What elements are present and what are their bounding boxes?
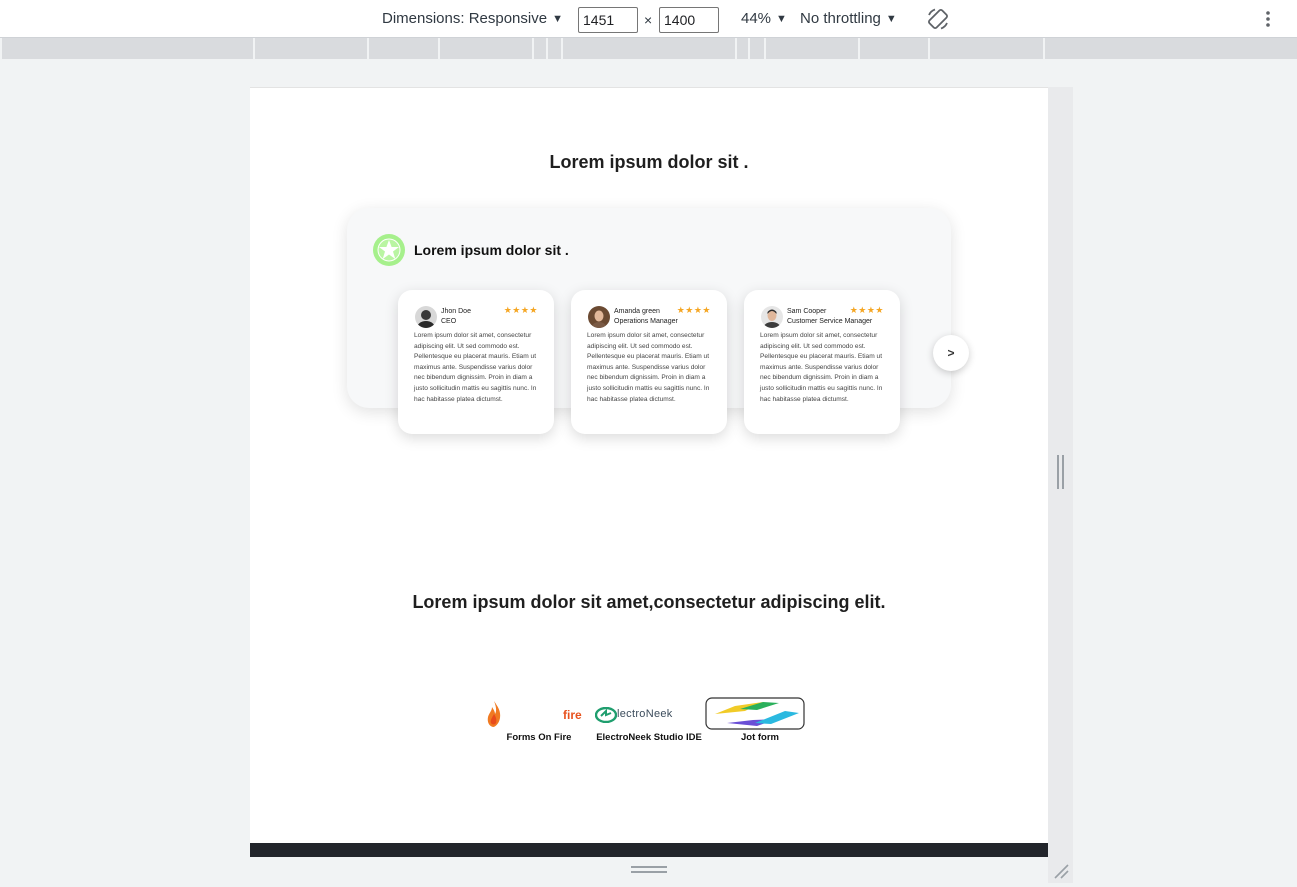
rating-stars-icon: ★★★★ [503,305,538,315]
electroneek-mark-icon [595,707,617,723]
resize-handle-right[interactable] [1057,455,1064,489]
media-query-ruler[interactable] [2,38,1297,59]
page-title: Lorem ipsum dolor sit . [549,152,749,172]
review-text: Lorem ipsum dolor sit amet, consectetur … [414,332,537,403]
flame-icon [487,701,501,727]
caret-down-icon: ▼ [776,13,787,25]
resize-handle-bottom[interactable] [631,866,667,873]
dimensions-label: Dimensions: Responsive [382,10,548,27]
device-viewport: Lorem ipsum dolor sit . Lorem ipsum dolo… [250,87,1048,857]
logo-caption: Forms On Fire [506,732,572,743]
zoom-dropdown[interactable]: 44% ▼ [741,10,787,27]
throttling-dropdown[interactable]: No throttling ▼ [800,10,897,27]
avatar [761,306,783,328]
width-input[interactable] [578,7,638,33]
testimonial-card: Sam Cooper Customer Service Manager ★★★★… [744,290,900,434]
rating-stars-icon: ★★★★ [676,305,711,315]
reviewer-name: Sam Cooper [787,308,827,315]
logo-jotform: Jot form [705,697,815,744]
logo-forms-on-fire: fire Forms On Fire [482,698,596,744]
zoom-label: 44% [741,10,772,27]
resize-corner-icon[interactable] [1052,862,1070,880]
avatar [588,306,610,328]
testimonial-card: Jhon Doe CEO ★★★★ Lorem ipsum dolor sit … [398,290,554,434]
logo-wordmark: lectroNeek [617,708,673,720]
reviewer-role: Operations Manager [614,318,678,325]
logo-electroneek: lectroNeek ElectroNeek Studio IDE [593,698,705,744]
footer-bar [250,843,1048,857]
review-text: Lorem ipsum dolor sit amet, consectetur … [587,332,710,403]
dimensions-dropdown[interactable]: Dimensions: Responsive ▼ [382,10,563,27]
jotform-mark-icon [705,697,805,730]
star-badge-icon [373,234,405,266]
reviewer-name: Jhon Doe [441,308,471,315]
avatar [415,306,437,328]
section-subtitle: Lorem ipsum dolor sit amet,consectetur a… [412,592,886,612]
device-toolbar: Dimensions: Responsive ▼ × 44% ▼ No thrott… [0,0,1297,38]
height-input[interactable] [659,7,719,33]
testimonials-heading: Lorem ipsum dolor sit . [414,242,569,258]
times-sign: × [644,12,653,28]
reviewer-name: Amanda green [614,308,660,315]
logo-caption: Jot form [741,732,779,743]
caret-down-icon: ▼ [885,13,897,25]
review-text: Lorem ipsum dolor sit amet, consectetur … [760,332,883,403]
reviewer-role: CEO [441,318,457,325]
throttling-label: No throttling [800,10,881,27]
rating-stars-icon: ★★★★ [849,305,884,315]
logo-wordmark: fire [563,708,582,722]
more-options-icon[interactable] [1260,8,1276,30]
testimonials-header: Lorem ipsum dolor sit . [373,234,569,266]
logo-caption: ElectroNeek Studio IDE [596,732,702,743]
reviewer-role: Customer Service Manager [787,318,873,325]
next-slide-button[interactable]: > [933,335,969,371]
testimonial-card: Amanda green Operations Manager ★★★★ Lor… [571,290,727,434]
rotate-icon[interactable] [926,7,950,31]
caret-down-icon: ▼ [552,13,563,25]
